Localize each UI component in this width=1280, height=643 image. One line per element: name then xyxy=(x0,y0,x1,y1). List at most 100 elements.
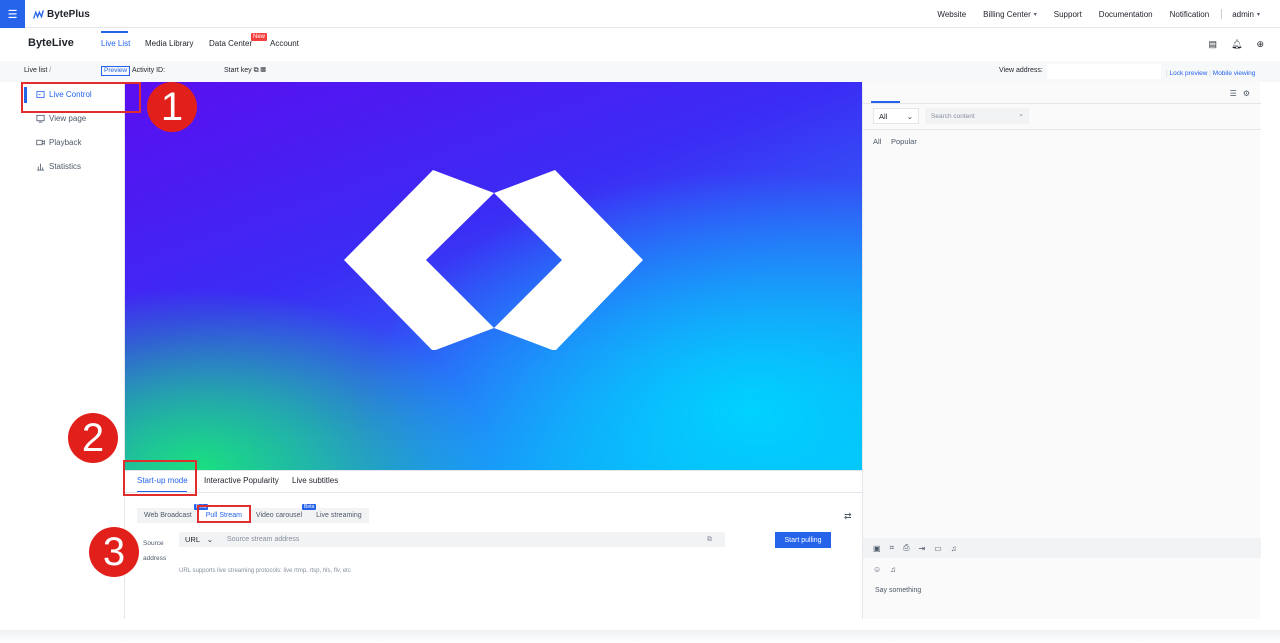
bytelive-logo-graphic xyxy=(344,170,643,350)
video-icon xyxy=(36,139,45,146)
chevron-down-icon: ▾ xyxy=(1033,11,1037,18)
sidebar-item-playback[interactable]: Playback xyxy=(36,138,81,147)
qr-code-icon[interactable]: ▦ xyxy=(261,67,266,74)
tab-data-center[interactable]: Data Center xyxy=(209,39,252,48)
copy-icon[interactable]: ⧉ xyxy=(254,67,259,74)
tab-live-list[interactable]: Live List xyxy=(101,39,130,48)
preview-tag[interactable]: Preview xyxy=(101,66,131,76)
export-icon[interactable]: ⇥ xyxy=(918,544,925,553)
breadcrumb-separator: / xyxy=(49,67,52,74)
divider xyxy=(125,492,862,493)
divider xyxy=(863,129,1261,130)
comment-filter-select[interactable]: All ⌄ xyxy=(873,108,919,124)
filter-settings-icon[interactable]: ☰ xyxy=(1230,89,1237,98)
hamburger-icon[interactable]: ☰ xyxy=(0,0,25,28)
image-settings-icon[interactable]: ▣ xyxy=(873,544,881,553)
new-badge: New xyxy=(251,33,268,41)
comment-filter-value: All xyxy=(879,111,888,121)
search-icon[interactable]: ⌕ xyxy=(1019,112,1023,120)
top-bar: ☰ BytePlus Website Billing Center ▾ Supp… xyxy=(0,0,1280,28)
control-panel: Start-up mode Interactive Popularity Liv… xyxy=(125,470,862,619)
print-icon[interactable]: ⎙ xyxy=(903,543,909,553)
protocol-hint: URL supports live streaming protocols: l… xyxy=(179,568,351,574)
start-key-label: Start key xyxy=(224,67,252,74)
live-preview-video[interactable] xyxy=(125,82,862,470)
annotation-number-3: 3 xyxy=(89,527,139,577)
comment-search-input[interactable]: Search content ⌕ xyxy=(925,108,1029,124)
divider xyxy=(863,103,1261,104)
source-address-field: URL ⌄ Source stream address ⧉ xyxy=(179,532,725,547)
beta-badge: Beta xyxy=(302,504,317,510)
source-address-label: Source address xyxy=(143,540,167,562)
gear-icon[interactable]: ⚙︎ xyxy=(1243,89,1250,98)
user-name: admin xyxy=(1232,9,1254,19)
swap-icon[interactable]: ⇄ xyxy=(844,511,852,522)
source-stream-input[interactable]: Source stream address xyxy=(219,536,707,543)
byteplus-logo-icon xyxy=(33,9,44,19)
brand-name: BytePlus xyxy=(47,8,90,20)
annotation-box-1 xyxy=(21,82,141,113)
breadcrumb-live-list-label: Live list xyxy=(24,67,48,74)
annotation-box-3 xyxy=(197,505,251,523)
url-type-value: URL xyxy=(185,535,201,544)
search-placeholder: Search content xyxy=(931,112,975,120)
start-key: Start key ⧉ ▦ xyxy=(224,67,266,75)
annotation-number-2: 2 xyxy=(68,413,118,463)
copy-icon[interactable]: ⧉ xyxy=(707,536,725,544)
filter-popular[interactable]: Popular xyxy=(891,137,917,146)
documentation-link[interactable]: Documentation xyxy=(1099,10,1153,19)
filter-all[interactable]: All xyxy=(873,137,881,146)
page-bottom-edge xyxy=(0,630,1280,643)
user-menu[interactable]: admin ▾ xyxy=(1232,10,1260,19)
globe-icon[interactable]: ⊕ xyxy=(1256,39,1264,50)
tab-account[interactable]: Account xyxy=(270,39,299,48)
sidebar-item-label: Statistics xyxy=(49,162,82,171)
byteplus-logo[interactable]: BytePlus xyxy=(33,8,90,20)
chevron-down-icon: ⌄ xyxy=(206,535,213,544)
bell-icon[interactable]: ♫ xyxy=(890,565,896,574)
tab-live-subtitles[interactable]: Live subtitles xyxy=(292,476,338,485)
chevron-down-icon: ⌄ xyxy=(906,111,913,121)
emoji-icon[interactable]: ☺ xyxy=(873,565,881,574)
annotation-box-2 xyxy=(123,460,197,496)
product-nav: ByteLive Live List Media Library Data Ce… xyxy=(0,28,1280,61)
active-tab-indicator xyxy=(101,31,128,33)
mode-video-carousel[interactable]: Video carousel xyxy=(249,508,309,523)
activity-id-label: Activity ID: xyxy=(132,67,166,74)
breadcrumb-live-list[interactable]: Live list / xyxy=(24,67,51,74)
mode-live-streaming[interactable]: Live streaming xyxy=(309,508,369,523)
support-link[interactable]: Support xyxy=(1054,10,1082,19)
sidebar-item-view-page[interactable]: View page xyxy=(36,114,86,123)
panel-tools: ☰ ⚙︎ xyxy=(1230,89,1250,98)
annotation-number-1: 1 xyxy=(147,82,197,132)
start-pulling-button[interactable]: Start pulling xyxy=(775,532,831,548)
gift-icon[interactable]: ▭ xyxy=(934,544,942,553)
scan-icon[interactable]: ⌗ xyxy=(890,543,895,553)
sidebar-item-label: View page xyxy=(49,114,87,123)
sidebar-item-label: Playback xyxy=(49,138,82,147)
view-address-field[interactable] xyxy=(1047,64,1161,79)
view-links: | Lock preview | Mobile viewing xyxy=(1166,70,1255,77)
divider: | xyxy=(1166,70,1168,77)
tab-interactive-popularity[interactable]: Interactive Popularity xyxy=(204,476,279,485)
comment-toolbar: ▣ ⌗ ⎙ ⇥ ▭ ♫ xyxy=(863,538,1261,558)
tab-media-library[interactable]: Media Library xyxy=(145,39,193,48)
notification-link[interactable]: Notification xyxy=(1170,10,1210,19)
billing-center-label: Billing Center xyxy=(983,9,1031,19)
sidebar-item-statistics[interactable]: Statistics xyxy=(36,162,81,171)
top-nav: Website Billing Center ▾ Support Documen… xyxy=(920,0,1260,28)
bell-settings-icon[interactable]: ♫ xyxy=(951,544,957,553)
billing-center-menu[interactable]: Billing Center ▾ xyxy=(983,10,1037,19)
mode-web-broadcast[interactable]: Web Broadcast xyxy=(137,508,199,523)
bell-icon[interactable]: 🔔︎ xyxy=(1231,39,1242,50)
website-link[interactable]: Website xyxy=(937,10,966,19)
header-icons: ▤ 🔔︎ ⊕ xyxy=(1209,39,1265,50)
comment-input-tools: ☺ ♫ xyxy=(873,565,896,574)
bar-chart-icon xyxy=(36,163,45,171)
comment-input[interactable]: Say something xyxy=(875,587,921,594)
workspace-icon[interactable]: ▤ xyxy=(1209,39,1218,50)
mobile-viewing-link[interactable]: Mobile viewing xyxy=(1213,70,1256,77)
lock-preview-link[interactable]: Lock preview xyxy=(1170,70,1208,77)
url-type-select[interactable]: URL ⌄ xyxy=(179,535,219,544)
divider: | xyxy=(1209,70,1211,77)
